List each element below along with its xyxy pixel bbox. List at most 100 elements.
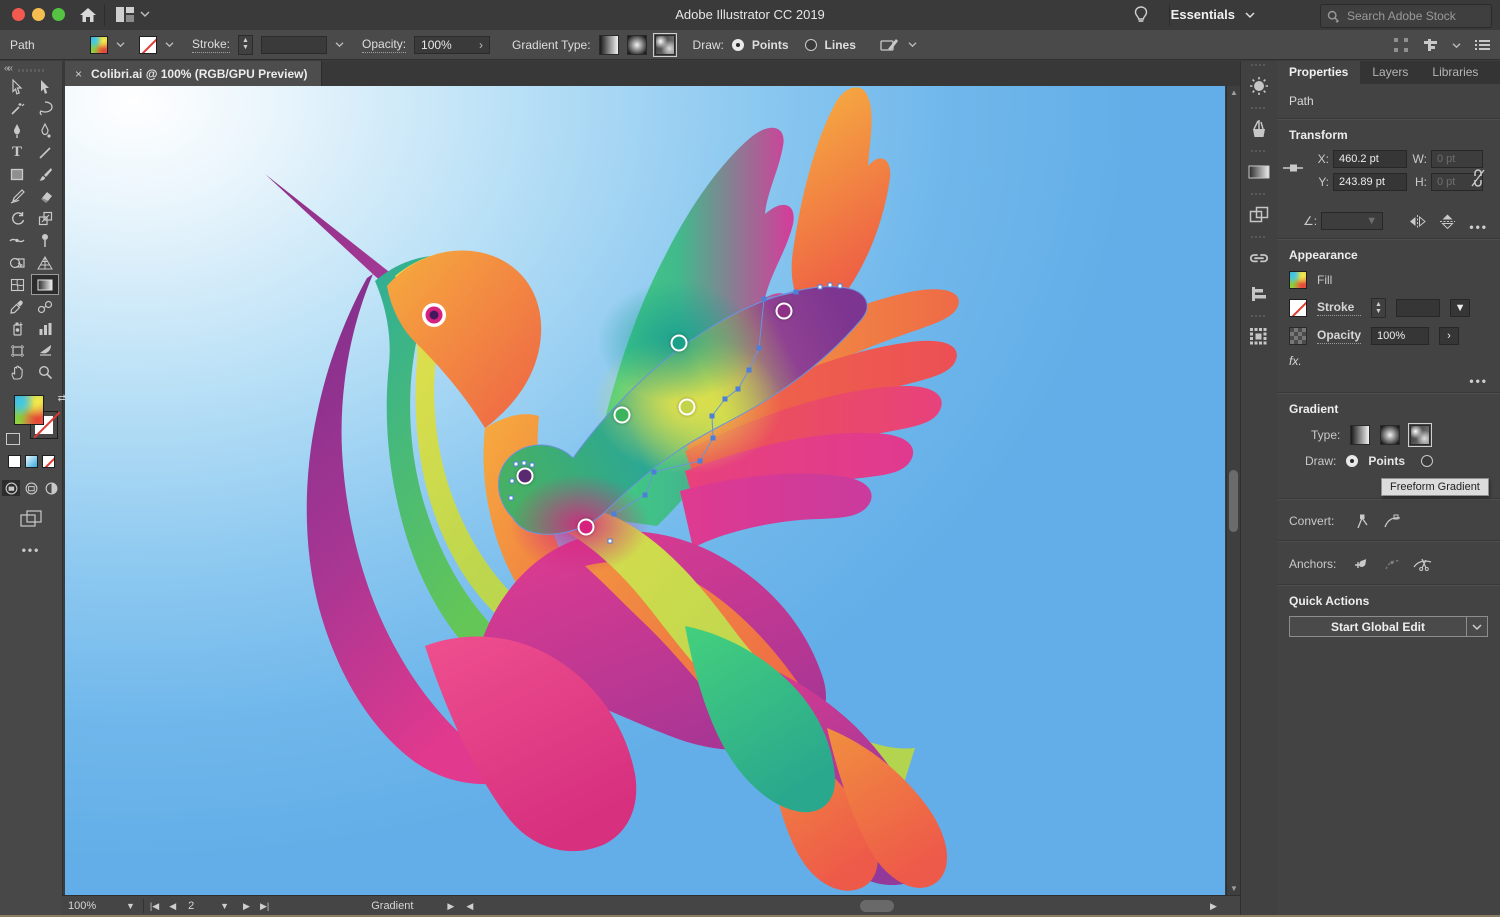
path-anchor[interactable] bbox=[710, 414, 715, 419]
gradient-stop[interactable] bbox=[671, 335, 688, 352]
pattern-options-panel-icon[interactable] bbox=[1241, 319, 1277, 355]
path-anchor[interactable] bbox=[747, 368, 752, 373]
panel-menu-icon[interactable] bbox=[1475, 39, 1490, 51]
tool-selection[interactable] bbox=[31, 76, 59, 97]
gradient-freeform-button[interactable] bbox=[655, 35, 675, 55]
status-display[interactable]: Gradient bbox=[365, 896, 419, 916]
selection-handle[interactable] bbox=[530, 463, 535, 468]
selection-handle[interactable] bbox=[509, 496, 514, 501]
tool-puppet-warp[interactable] bbox=[31, 230, 59, 251]
artboard-canvas[interactable] bbox=[65, 86, 1225, 895]
appearance-opacity-label[interactable]: Opacity bbox=[1317, 328, 1361, 344]
selection-handle[interactable] bbox=[608, 539, 613, 544]
selection-handle[interactable] bbox=[818, 285, 823, 290]
first-artboard-icon[interactable]: |◀ bbox=[150, 901, 159, 912]
edit-gradient-chevron-icon[interactable] bbox=[908, 41, 917, 48]
tool-symbol-sprayer[interactable] bbox=[3, 318, 31, 339]
gradient-stop[interactable] bbox=[578, 519, 595, 536]
align-chevron-icon[interactable] bbox=[1452, 42, 1461, 49]
stroke-unit-chevron-icon[interactable]: ▼ bbox=[1450, 299, 1470, 317]
scroll-left-icon[interactable]: ◀ bbox=[466, 901, 473, 912]
draw-points-label[interactable]: Points bbox=[752, 38, 789, 52]
tool-eraser[interactable] bbox=[31, 186, 59, 207]
tool-line-segment[interactable] bbox=[31, 142, 59, 163]
tool-pen[interactable] bbox=[3, 120, 31, 141]
previous-artboard-icon[interactable]: ◀ bbox=[169, 901, 176, 912]
path-anchor[interactable] bbox=[612, 512, 617, 517]
draw-normal-icon[interactable] bbox=[2, 480, 20, 496]
none-button[interactable] bbox=[42, 455, 55, 468]
transparency-panel-icon[interactable] bbox=[1241, 197, 1277, 233]
scroll-down-icon[interactable]: ▼ bbox=[1230, 884, 1238, 893]
panel-gradient-freeform-button[interactable] bbox=[1410, 425, 1430, 445]
selection-handle[interactable] bbox=[514, 462, 519, 467]
horizontal-scroll-thumb[interactable] bbox=[860, 900, 894, 912]
constrain-proportions-icon[interactable] bbox=[1470, 168, 1486, 188]
selection-handle[interactable] bbox=[838, 284, 843, 289]
toolbar-collapse-icon[interactable]: «« bbox=[4, 63, 11, 74]
tool-hand[interactable] bbox=[3, 362, 31, 383]
tool-zoom[interactable] bbox=[31, 362, 59, 383]
draw-lines-label[interactable]: Lines bbox=[825, 38, 856, 52]
document-tab[interactable]: × Colibri.ai @ 100% (RGB/GPU Preview) bbox=[65, 61, 322, 86]
selection-handle[interactable] bbox=[828, 283, 833, 288]
gradient-panel-icon[interactable] bbox=[1241, 154, 1277, 190]
flip-horizontal-icon[interactable] bbox=[1409, 215, 1426, 228]
selection-handle[interactable] bbox=[510, 479, 515, 484]
path-anchor[interactable] bbox=[711, 436, 716, 441]
workspace-chevron-icon[interactable] bbox=[1245, 11, 1255, 19]
close-window-button[interactable] bbox=[12, 8, 25, 21]
opacity-expand-icon[interactable]: › bbox=[479, 38, 483, 52]
stroke-width-field[interactable] bbox=[1396, 299, 1440, 317]
draw-inside-icon[interactable] bbox=[42, 480, 60, 496]
default-fill-stroke-icon[interactable] bbox=[6, 433, 20, 445]
opacity-label[interactable]: Opacity: bbox=[362, 37, 406, 53]
home-icon[interactable] bbox=[78, 5, 98, 25]
path-anchor[interactable] bbox=[762, 297, 767, 302]
tool-magic-wand[interactable] bbox=[3, 98, 31, 119]
reference-point-icon[interactable] bbox=[1283, 162, 1303, 174]
path-anchor[interactable] bbox=[723, 397, 728, 402]
gradient-stop[interactable] bbox=[614, 407, 631, 424]
align-panel-icon[interactable] bbox=[1241, 276, 1277, 312]
opacity-more-icon[interactable]: › bbox=[1439, 327, 1459, 345]
color-button[interactable] bbox=[8, 455, 21, 468]
tool-gradient[interactable] bbox=[31, 274, 59, 295]
stroke-weight-field[interactable] bbox=[261, 36, 327, 54]
minimize-window-button[interactable] bbox=[32, 8, 45, 21]
stroke-weight-stepper[interactable]: ▲▼ bbox=[238, 35, 253, 55]
w-field[interactable]: 0 pt bbox=[1431, 150, 1483, 168]
x-field[interactable]: 460.2 pt bbox=[1333, 150, 1407, 168]
tool-rectangle[interactable] bbox=[3, 164, 31, 185]
tool-type[interactable]: T bbox=[3, 142, 31, 163]
stock-search[interactable] bbox=[1320, 4, 1492, 28]
vertical-scrollbar[interactable]: ▲ ▼ bbox=[1226, 86, 1240, 895]
tool-width[interactable] bbox=[3, 230, 31, 251]
draw-points-radio[interactable] bbox=[732, 39, 744, 51]
appearance-stroke-label[interactable]: Stroke bbox=[1317, 300, 1361, 316]
stroke-chevron-icon[interactable] bbox=[165, 41, 174, 48]
brushes-panel-icon[interactable] bbox=[1241, 111, 1277, 147]
opacity-checker-icon[interactable] bbox=[1289, 327, 1307, 345]
start-global-edit-button[interactable]: Start Global Edit bbox=[1289, 616, 1467, 637]
fill-chevron-icon[interactable] bbox=[116, 41, 125, 48]
vertical-scroll-thumb[interactable] bbox=[1229, 470, 1238, 532]
tool-shaper[interactable] bbox=[3, 186, 31, 207]
path-anchor[interactable] bbox=[757, 346, 762, 351]
convert-smooth-icon[interactable] bbox=[1384, 514, 1401, 528]
tab-layers[interactable]: Layers bbox=[1360, 61, 1420, 84]
fx-button[interactable]: fx. bbox=[1289, 354, 1488, 368]
tool-scale[interactable] bbox=[31, 208, 59, 229]
tool-mesh[interactable] bbox=[3, 274, 31, 295]
tool-artboard[interactable] bbox=[3, 340, 31, 361]
tool-direct-selection[interactable] bbox=[3, 76, 31, 97]
fill-stroke-indicator[interactable]: ⇄ bbox=[14, 395, 60, 441]
last-artboard-icon[interactable]: ▶| bbox=[260, 901, 269, 912]
gradient-stop[interactable] bbox=[679, 399, 696, 416]
tool-eyedropper[interactable] bbox=[3, 296, 31, 317]
tool-rotate[interactable] bbox=[3, 208, 31, 229]
flip-vertical-icon[interactable] bbox=[1440, 214, 1455, 229]
touch-workspace-icon[interactable] bbox=[1394, 38, 1408, 52]
draw-behind-icon[interactable] bbox=[22, 480, 40, 496]
links-panel-icon[interactable] bbox=[1241, 240, 1277, 276]
